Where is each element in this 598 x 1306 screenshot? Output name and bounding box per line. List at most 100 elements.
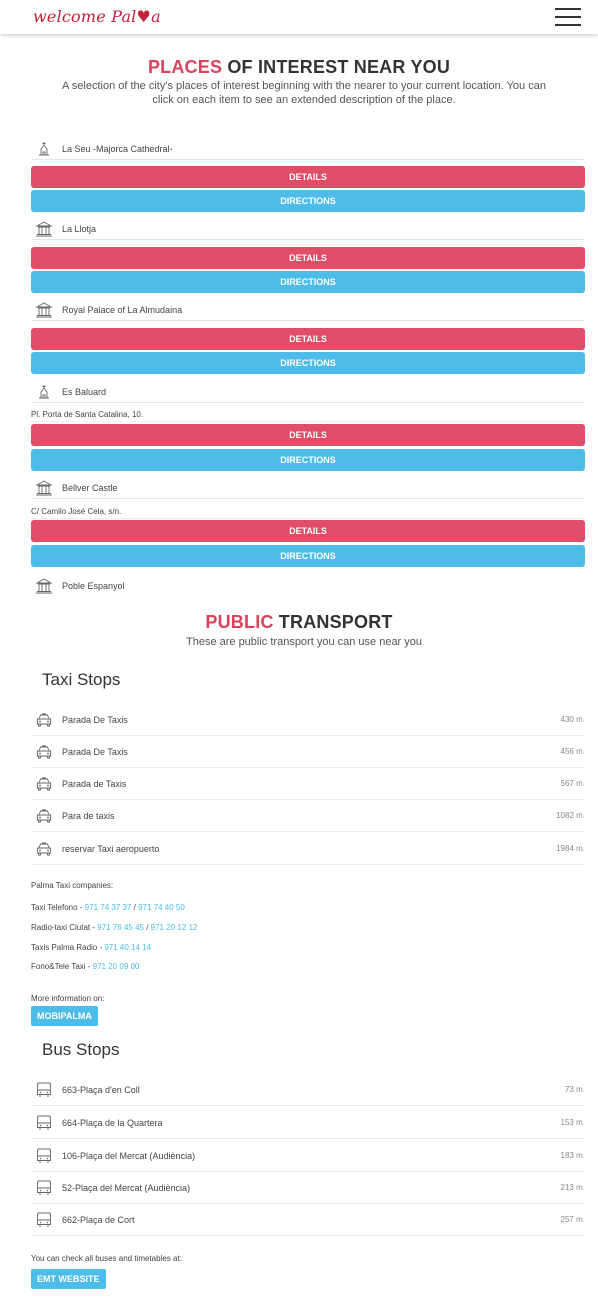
details-button[interactable]: DETAILS (31, 166, 585, 188)
bus-icon (34, 1147, 54, 1165)
transport-title: PUBLIC TRANSPORT (0, 612, 598, 633)
places-intro: A selection of the city's places of inte… (30, 79, 578, 107)
place-item[interactable]: Bellver Castle (31, 477, 585, 499)
bus-stop-name: 106-Plaça del Mercat (Audiència) (62, 1150, 196, 1161)
monument-icon (34, 301, 54, 318)
bus-stop-distance: 257 m. (560, 1215, 585, 1224)
taxi-stop-row[interactable]: Parada De Taxis 456 m. (31, 736, 585, 768)
bus-icon (34, 1081, 54, 1099)
transport-title-accent: PUBLIC (205, 612, 274, 632)
hamburger-menu-icon[interactable] (555, 6, 581, 28)
taxi-stop-name: Para de taxis (62, 810, 115, 821)
bus-icon (34, 1114, 54, 1132)
bus-stop-distance: 183 m. (560, 1151, 585, 1160)
details-button[interactable]: DETAILS (31, 247, 585, 269)
taxi-stop-row[interactable]: reservar Taxi aeropuerto 1984 m. (31, 833, 585, 865)
taxi-phone-link[interactable]: 971 74 40 50 (138, 903, 185, 912)
place-item[interactable]: Poble Espanyol (31, 575, 585, 597)
directions-button[interactable]: DIRECTIONS (31, 449, 585, 471)
details-button[interactable]: DETAILS (31, 424, 585, 446)
taxi-stop-row[interactable]: Parada De Taxis 430 m. (31, 704, 585, 736)
bus-stop-distance: 213 m. (560, 1183, 585, 1192)
taxi-companies-label: Palma Taxi companies: (31, 881, 114, 890)
transport-subtitle: These are public transport you can use n… (185, 636, 423, 648)
bus-stop-row[interactable]: 664-Plaça de la Quartera 153 m. (31, 1107, 585, 1139)
monument-icon (34, 479, 54, 496)
monument-icon (34, 220, 54, 237)
directions-button[interactable]: DIRECTIONS (31, 352, 585, 374)
taxi-icon (34, 807, 54, 825)
mobipalma-button[interactable]: MOBIPALMA (31, 1006, 98, 1026)
taxi-icon (34, 775, 54, 793)
taxi-phone-link[interactable]: 971 40 14 14 (104, 943, 151, 952)
taxi-company-line: Fono&Tele Taxi - 971 20 09 00 (31, 962, 139, 972)
place-address: C/ Camilo José Cela, s/n. (31, 505, 585, 519)
taxi-phone-link[interactable]: 971 76 45 45 (97, 923, 144, 932)
taxi-company-line: Radio-taxi Ciutat - 971 76 45 45 / 971 2… (31, 923, 197, 933)
taxi-company-line: Taxi Telefono - 971 74 37 37 / 971 74 40… (31, 903, 185, 913)
place-item[interactable]: Es Baluard (31, 381, 585, 403)
place-name: Es Baluard (62, 386, 107, 397)
bus-stop-name: 52-Plaça del Mercat (Audiència) (62, 1182, 191, 1193)
place-item[interactable]: La Llotja (31, 218, 585, 240)
bus-icon (34, 1211, 54, 1229)
top-bar: welcome Pal♥a (0, 0, 598, 34)
transport-title-rest: TRANSPORT (273, 612, 393, 632)
taxi-stop-row[interactable]: Para de taxis 1082 m. (31, 800, 585, 832)
bus-stop-distance: 153 m. (560, 1118, 585, 1127)
place-item[interactable]: La Seu -Majorca Cathedral- (31, 138, 585, 160)
place-name: Royal Palace of La Almudaina (62, 304, 183, 315)
taxi-company-name: Radio-taxi Ciutat - (31, 923, 98, 932)
places-title-accent: PLACES (147, 57, 223, 77)
monument-icon (34, 578, 54, 594)
phone-separator: / (143, 923, 151, 932)
details-button[interactable]: DETAILS (31, 520, 585, 542)
taxi-phone-link[interactable]: 971 20 09 00 (93, 962, 140, 971)
church-icon (34, 384, 54, 400)
place-name: Bellver Castle (62, 482, 118, 493)
places-intro-line2: click on each item to see an extended de… (152, 94, 456, 106)
more-info-label: More information on: (31, 994, 105, 1003)
bus-check-label: You can check all buses and timetables a… (31, 1254, 182, 1263)
taxi-phone-link[interactable]: 971 74 37 37 (85, 903, 132, 912)
bus-stop-name: 664-Plaça de la Quartera (62, 1117, 163, 1128)
bus-stop-row[interactable]: 52-Plaça del Mercat (Audiència) 213 m. (31, 1172, 585, 1204)
directions-button[interactable]: DIRECTIONS (31, 545, 585, 567)
bus-stop-name: 663-Plaça d'en Coll (62, 1084, 140, 1095)
logo-heart: ♥ (136, 7, 152, 26)
taxi-stop-distance: 567 m. (560, 779, 585, 788)
taxi-company-name: Fono&Tele Taxi - (31, 962, 93, 971)
bus-stop-row[interactable]: 662-Plaça de Cort 257 m. (31, 1204, 585, 1236)
place-name: Poble Espanyol (62, 581, 125, 591)
directions-button[interactable]: DIRECTIONS (31, 271, 585, 293)
taxi-icon (34, 743, 54, 761)
directions-button[interactable]: DIRECTIONS (31, 190, 585, 212)
taxi-stop-distance: 1984 m. (556, 844, 585, 853)
place-name: La Llotja (62, 223, 97, 234)
emt-website-button[interactable]: EMT WEBSITE (31, 1269, 106, 1289)
taxi-phone-link[interactable]: 971 20 12 12 (151, 923, 198, 932)
bus-stop-row[interactable]: 106-Plaça del Mercat (Audiència) 183 m. (31, 1140, 585, 1172)
taxi-stop-row[interactable]: Parada de Taxis 567 m. (31, 768, 585, 800)
welcome-palma-logo[interactable]: welcome Pal♥a (33, 7, 161, 26)
logo-text: welcome Pal (33, 7, 137, 26)
places-title: PLACES OF INTEREST NEAR YOU (0, 57, 598, 78)
taxi-stop-name: Parada de Taxis (62, 778, 127, 789)
taxi-icon (34, 711, 54, 729)
bus-stop-row[interactable]: 663-Plaça d'en Coll 73 m. (31, 1074, 585, 1106)
taxi-stop-name: reservar Taxi aeropuerto (62, 843, 160, 854)
bus-stop-name: 662-Plaça de Cort (62, 1214, 135, 1225)
taxi-stop-distance: 430 m. (560, 715, 585, 724)
taxi-icon (34, 840, 54, 858)
church-icon (34, 141, 54, 157)
taxi-company-line: Taxis Palma Radio - 971 40 14 14 (31, 943, 151, 953)
place-item[interactable]: Royal Palace of La Almudaina (31, 299, 585, 321)
details-button[interactable]: DETAILS (31, 328, 585, 350)
place-name: La Seu -Majorca Cathedral- (62, 143, 173, 154)
taxi-company-name: Taxis Palma Radio - (31, 943, 105, 952)
logo-text-end: a (151, 7, 161, 26)
bus-stop-distance: 73 m. (564, 1085, 585, 1094)
places-intro-line1: A selection of the city's places of inte… (62, 80, 546, 92)
taxi-stop-name: Parada De Taxis (62, 714, 128, 725)
bus-icon (34, 1179, 54, 1197)
